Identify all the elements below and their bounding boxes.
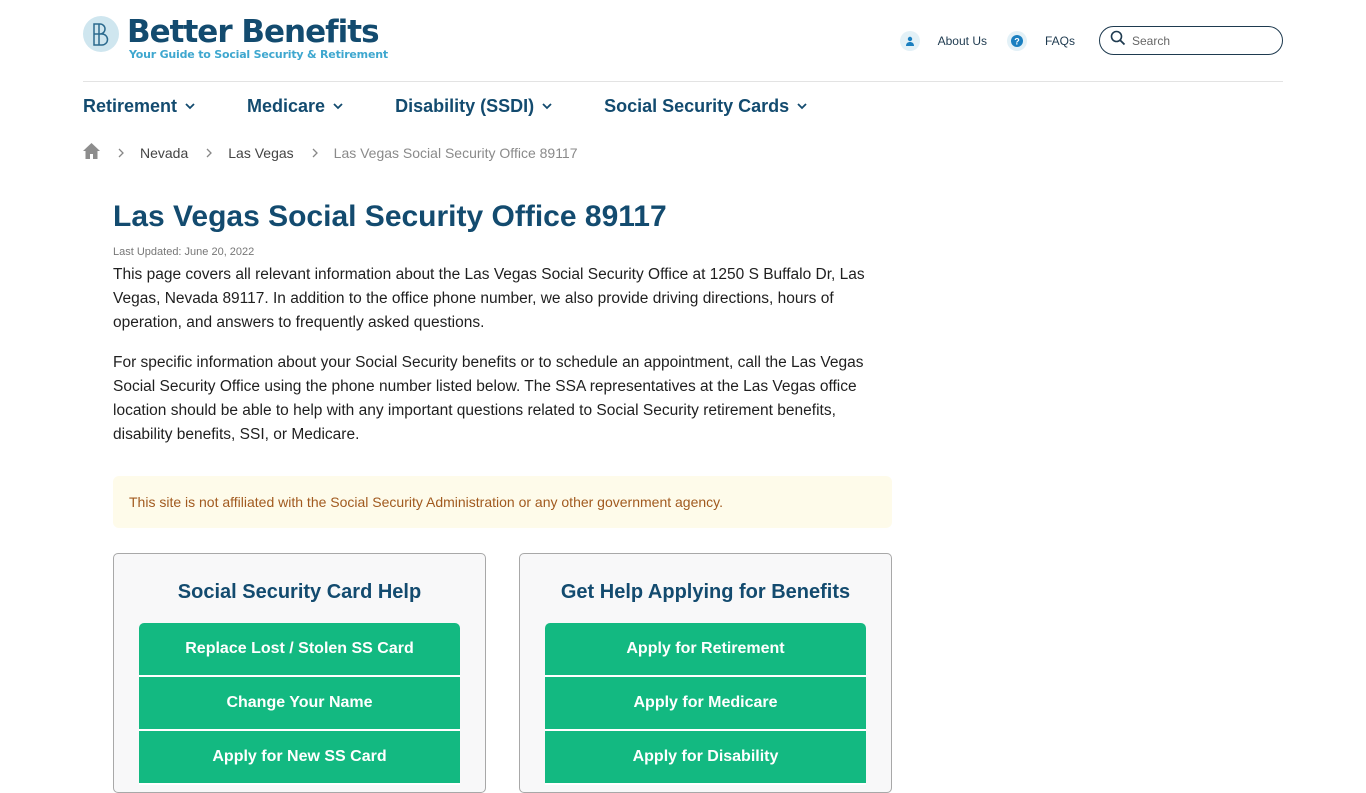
apply-retirement-button[interactable]: Apply for Retirement: [545, 623, 866, 677]
about-us-link[interactable]: About Us: [899, 30, 987, 51]
chevron-right-icon: [118, 148, 124, 158]
card-title: Social Security Card Help: [177, 581, 422, 603]
chevron-down-icon: [797, 103, 807, 110]
main-content: Las Vegas Social Security Office 89117 L…: [113, 198, 892, 793]
search-input[interactable]: [1132, 33, 1272, 48]
nav-medicare[interactable]: Medicare: [247, 96, 343, 117]
breadcrumb: Nevada Las Vegas Las Vegas Social Securi…: [83, 143, 578, 162]
nav-label: Social Security Cards: [604, 96, 790, 116]
user-icon: [899, 30, 920, 51]
home-icon[interactable]: [83, 143, 100, 162]
search-icon: [1110, 30, 1126, 51]
chevron-down-icon: [542, 103, 552, 110]
help-cards: Social Security Card Help Replace Lost /…: [113, 553, 892, 793]
about-us-label: About Us: [937, 33, 987, 48]
nav-retirement[interactable]: Retirement: [83, 96, 195, 117]
nav-disability[interactable]: Disability (SSDI): [395, 96, 552, 117]
top-links: About Us ? FAQs: [899, 26, 1283, 55]
logo-mark-icon: [83, 16, 119, 52]
card-title: Get Help Applying for Benefits: [560, 581, 851, 603]
page-title: Las Vegas Social Security Office 89117: [113, 200, 667, 233]
question-icon: ?: [1006, 30, 1027, 51]
apply-medicare-button[interactable]: Apply for Medicare: [545, 677, 866, 731]
disclaimer-notice: This site is not affiliated with the Soc…: [113, 476, 892, 528]
faqs-label: FAQs: [1044, 33, 1075, 48]
breadcrumb-nevada[interactable]: Nevada: [140, 145, 188, 161]
logo-tagline: Your Guide to Social Security & Retireme…: [129, 48, 388, 61]
logo-title: Better Benefits: [127, 14, 380, 50]
last-updated: Last Updated: June 20, 2022: [113, 246, 255, 258]
chevron-right-icon: [312, 148, 318, 158]
intro-paragraph: This page covers all relevant informatio…: [113, 266, 865, 331]
nav-label: Retirement: [83, 96, 178, 116]
main-nav: Retirement Medicare Disability (SSDI) So…: [83, 96, 859, 117]
info-paragraph: For specific information about your Soci…: [113, 354, 864, 443]
site-header: Better Benefits Your Guide to Social Sec…: [83, 0, 1283, 82]
logo[interactable]: Better Benefits Your Guide to Social Sec…: [83, 14, 388, 61]
card-ss-card-help: Social Security Card Help Replace Lost /…: [113, 553, 486, 793]
card-apply-benefits: Get Help Applying for Benefits Apply for…: [519, 553, 892, 793]
search-box[interactable]: [1099, 26, 1283, 55]
nav-label: Disability (SSDI): [395, 96, 535, 116]
chevron-down-icon: [185, 103, 195, 110]
svg-text:?: ?: [1014, 36, 1020, 46]
chevron-right-icon: [206, 148, 213, 158]
apply-new-card-button[interactable]: Apply for New SS Card: [139, 731, 460, 785]
chevron-down-icon: [333, 103, 343, 110]
apply-disability-button[interactable]: Apply for Disability: [545, 731, 866, 785]
nav-social-security-cards[interactable]: Social Security Cards: [604, 96, 807, 117]
nav-label: Medicare: [247, 96, 326, 116]
breadcrumb-las-vegas[interactable]: Las Vegas: [228, 145, 293, 161]
replace-lost-card-button[interactable]: Replace Lost / Stolen SS Card: [139, 623, 460, 677]
faqs-link[interactable]: ? FAQs: [1006, 30, 1075, 51]
change-name-button[interactable]: Change Your Name: [139, 677, 460, 731]
breadcrumb-current: Las Vegas Social Security Office 89117: [333, 144, 578, 161]
